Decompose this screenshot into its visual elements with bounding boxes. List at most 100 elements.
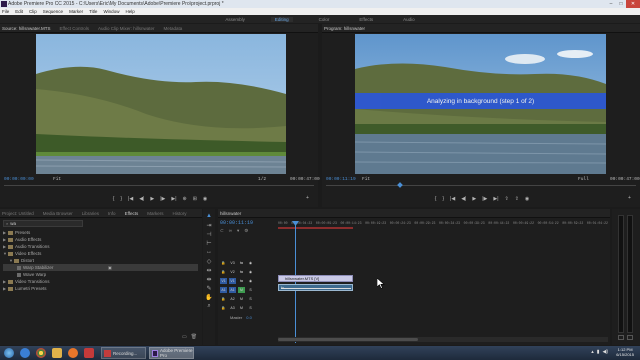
menu-marker[interactable]: Marker — [69, 9, 83, 14]
sync-lock-icon[interactable]: ⇆ — [238, 278, 245, 284]
minimize-button[interactable]: – — [606, 0, 616, 8]
program-fit-dropdown[interactable]: Fit — [362, 177, 370, 182]
app-icon[interactable] — [84, 348, 94, 358]
tab-effect-controls[interactable]: Effect Controls — [60, 26, 89, 31]
workspace-effects[interactable]: Effects — [355, 17, 377, 22]
video-clip[interactable]: hillsnwater.MTS [V] — [278, 275, 353, 282]
master-volume[interactable]: 0.0 — [246, 315, 252, 320]
track-header-a3[interactable]: 🔒 A3 M S — [218, 304, 270, 311]
workspace-editing[interactable]: Editing — [270, 16, 293, 22]
sync-lock-icon[interactable]: ⇆ — [238, 260, 245, 266]
tree-item-wave-warp[interactable]: Wave Warp — [3, 271, 198, 278]
lock-icon[interactable]: 🔒 — [220, 296, 227, 302]
maximize-button[interactable]: □ — [616, 0, 626, 8]
snap-icon[interactable]: ⊂ — [220, 228, 224, 234]
eye-icon[interactable]: ◉ — [247, 260, 254, 266]
timeline-settings-icon[interactable]: ⚙ — [244, 228, 248, 234]
track-label[interactable]: A3 — [229, 305, 236, 311]
mark-in-icon[interactable]: { — [435, 196, 437, 202]
work-area-bar[interactable] — [278, 227, 353, 229]
timeline-horizontal-scrollbar[interactable] — [278, 337, 608, 342]
lock-icon[interactable]: 🔒 — [220, 269, 227, 275]
tab-markers[interactable]: Markers — [147, 211, 163, 216]
source-video-frame[interactable] — [36, 34, 286, 174]
selection-tool-icon[interactable]: ▲ — [206, 213, 212, 222]
step-forward-icon[interactable]: |▶ — [482, 196, 487, 202]
tab-history[interactable]: History — [173, 211, 187, 216]
track-label[interactable]: V1 — [229, 277, 236, 284]
tab-program[interactable]: Program: hillsnwater — [324, 26, 365, 31]
tree-item-warp-stabilizer[interactable]: Warp Stabilizer ▣ — [3, 264, 198, 271]
overwrite-icon[interactable]: ⊞ — [193, 196, 197, 202]
hand-tool-icon[interactable]: ✋ — [205, 294, 212, 303]
export-frame-icon[interactable]: ◉ — [203, 196, 207, 202]
menu-window[interactable]: Window — [103, 9, 119, 14]
track-header-v3[interactable]: 🔒 V3 ⇆ ◉ — [218, 259, 270, 266]
play-icon[interactable]: ▶ — [150, 196, 154, 202]
workspace-color[interactable]: Color — [315, 17, 334, 22]
volume-icon[interactable]: ◀) — [602, 349, 608, 355]
internet-explorer-icon[interactable] — [20, 348, 30, 358]
sync-lock-icon[interactable]: ⇆ — [238, 269, 245, 275]
tab-source[interactable]: Source: hillsnwater.MTS — [2, 26, 51, 31]
source-patch-a1[interactable]: A1 — [220, 286, 227, 293]
source-timecode[interactable]: 00:00:00:00 — [4, 177, 34, 182]
step-back-icon[interactable]: ◀| — [461, 196, 466, 202]
program-quality-dropdown[interactable]: Full — [578, 177, 589, 182]
tree-item-distort[interactable]: ▼ Distort — [3, 257, 198, 264]
source-quality-dropdown[interactable]: 1/2 — [258, 177, 266, 182]
mark-in-icon[interactable]: { — [113, 196, 115, 202]
rate-stretch-tool-icon[interactable]: ↔ — [206, 249, 212, 258]
track-label[interactable]: A1 — [229, 286, 236, 293]
lift-icon[interactable]: ⇧ — [505, 196, 509, 202]
menu-sequence[interactable]: Sequence — [43, 9, 63, 14]
media-player-icon[interactable] — [68, 348, 78, 358]
add-marker-icon[interactable]: ▾ — [237, 228, 239, 234]
program-scrubber[interactable] — [326, 185, 636, 186]
start-button-icon[interactable] — [4, 348, 14, 358]
track-header-master[interactable]: Master 0.0 — [218, 314, 270, 321]
tray-arrow-icon[interactable]: ▴ — [591, 349, 594, 355]
tab-project[interactable]: Project: Untitled — [2, 211, 34, 216]
new-bin-icon[interactable]: ▭ — [182, 334, 187, 340]
step-back-icon[interactable]: ◀| — [139, 196, 144, 202]
tree-item-presets[interactable]: ▶ Presets — [3, 229, 198, 236]
menu-title[interactable]: Title — [89, 9, 97, 14]
source-fit-dropdown[interactable]: Fit — [53, 177, 61, 182]
mute-button[interactable]: M — [238, 286, 245, 293]
go-to-out-icon[interactable]: ▶| — [493, 196, 498, 202]
slip-tool-icon[interactable]: ⇹ — [206, 267, 211, 276]
scrollbar-thumb[interactable] — [278, 338, 418, 341]
tree-item-lumetri-presets[interactable]: ▶ Lumetri Presets — [3, 285, 198, 292]
tab-libraries[interactable]: Libraries — [82, 211, 99, 216]
track-label[interactable]: A2 — [229, 296, 236, 302]
extract-icon[interactable]: ⇪ — [515, 196, 519, 202]
track-select-tool-icon[interactable]: ⇥ — [206, 222, 211, 231]
lock-icon[interactable]: 🔒 — [220, 305, 227, 311]
tab-effects[interactable]: Effects — [125, 211, 139, 216]
go-to-in-icon[interactable]: |◀ — [128, 196, 133, 202]
program-timecode[interactable]: 00:00:11:19 — [326, 177, 356, 182]
rolling-edit-tool-icon[interactable]: ⊢ — [206, 240, 211, 249]
source-scrubber[interactable] — [4, 185, 314, 186]
razor-tool-icon[interactable]: ◇ — [207, 258, 212, 267]
solo-left-button[interactable] — [618, 335, 624, 340]
zoom-tool-icon[interactable]: ⌕ — [207, 303, 210, 312]
tree-item-audio-transitions[interactable]: ▶ Audio Transitions — [3, 243, 198, 250]
pen-tool-icon[interactable]: ✎ — [206, 285, 211, 294]
insert-icon[interactable]: ⊕ — [183, 196, 187, 202]
add-button-icon[interactable]: + — [306, 195, 309, 201]
timeline-ruler[interactable]: 00:00 00:00:04:23 00:00:09:23 00:00:14:2… — [278, 221, 608, 231]
track-header-a1[interactable]: A1 A1 M S — [218, 286, 270, 293]
mark-out-icon[interactable]: } — [120, 196, 122, 202]
chrome-icon[interactable] — [36, 348, 46, 358]
eye-icon[interactable]: ◉ — [247, 278, 254, 284]
menu-edit[interactable]: Edit — [15, 9, 23, 14]
tree-item-video-effects[interactable]: ▼ Video Effects — [3, 250, 198, 257]
go-to-in-icon[interactable]: |◀ — [450, 196, 455, 202]
taskbar-task-recording[interactable]: Recording... — [101, 347, 146, 359]
tab-metadata[interactable]: Metadata — [164, 26, 183, 31]
lock-icon[interactable]: 🔒 — [220, 260, 227, 266]
tab-media-browser[interactable]: Media Browser — [43, 211, 73, 216]
export-frame-icon[interactable]: ◉ — [525, 196, 529, 202]
